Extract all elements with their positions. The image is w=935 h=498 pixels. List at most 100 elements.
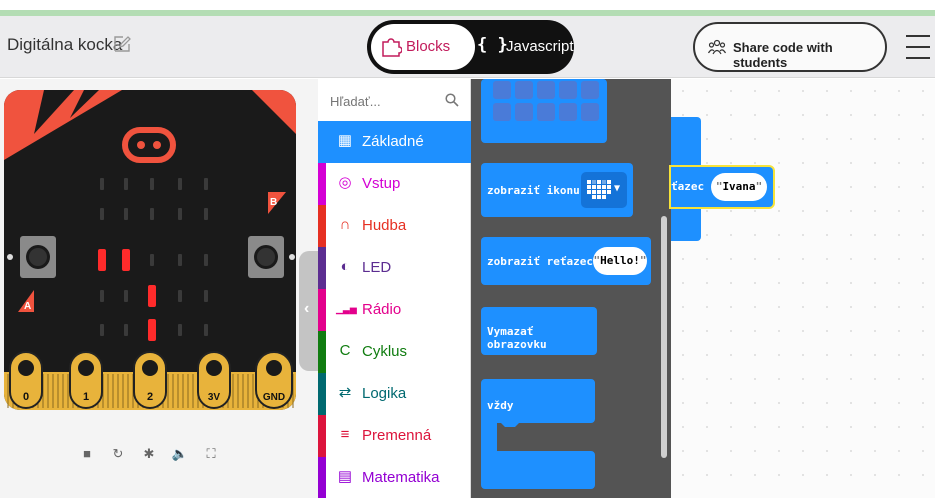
led-off: [204, 208, 208, 220]
forever-label: vždy: [487, 399, 514, 412]
search-icon[interactable]: [445, 93, 459, 107]
stop-icon[interactable]: ■: [73, 434, 101, 474]
led-on: [122, 249, 130, 271]
led-off: [204, 254, 208, 266]
collapse-simulator-button[interactable]: ‹: [299, 251, 319, 371]
header-bar: Digitálna kocka Blocks { } Javascript Sh…: [0, 16, 935, 78]
braces-icon: { }: [477, 35, 508, 55]
people-group-icon: [708, 39, 726, 55]
code-canvas[interactable]: ťazec "Ivana": [671, 79, 935, 498]
grid-icon: ▦: [337, 132, 353, 149]
button-a-label: A: [24, 301, 31, 312]
led-off: [178, 254, 182, 266]
block-toolbox: ▦ Základné ◎ Vstup ∩ Hudba ◐ LED ▁▃▅ Rádio C Cyklus…: [318, 79, 471, 498]
led-off: [100, 290, 104, 302]
pin-label: 0: [23, 391, 29, 403]
chevron-left-icon: ‹: [304, 300, 310, 317]
led-off: [178, 324, 182, 336]
dropdown-caret-icon: ▼: [614, 183, 621, 194]
led-on: [98, 249, 106, 271]
category-label: LED: [362, 259, 392, 276]
category-label: Premenná: [362, 427, 432, 444]
led-off: [204, 178, 208, 190]
lines-icon: ≡: [340, 426, 350, 443]
menu-hamburger-icon[interactable]: [906, 33, 930, 61]
editor-workspace: A B 0 1 2 3V GND ■↻✱🔈⛶ ‹ ▦ Základné ◎ Vstup ∩ Hud…: [0, 79, 935, 498]
toggle-icon: ◐: [340, 258, 350, 275]
puzzle-piece-icon: [382, 38, 402, 57]
led-off: [204, 324, 208, 336]
category-logika[interactable]: ⇄ Logika: [318, 373, 471, 415]
clear-screen-block[interactable]: Vymazať obrazovku: [481, 307, 597, 355]
blocks-mode-button[interactable]: Blocks: [371, 24, 475, 70]
show-leds-block[interactable]: [481, 79, 607, 147]
flyout-scrollbar[interactable]: [661, 216, 667, 458]
loop-icon: C: [339, 342, 351, 359]
category-cyklus[interactable]: C Cyklus: [318, 331, 471, 373]
led-off: [178, 290, 182, 302]
debug-icon[interactable]: ✱: [135, 434, 163, 474]
category-rádio[interactable]: ▁▃▅ Rádio: [318, 289, 471, 331]
led-off: [124, 324, 128, 336]
editor-mode-toggle: Blocks { } Javascript: [367, 20, 574, 74]
category-základné[interactable]: ▦ Základné: [318, 121, 471, 163]
button-b-label: B: [270, 197, 277, 208]
toolbox-search-input[interactable]: [330, 91, 440, 111]
led-off: [124, 290, 128, 302]
category-label: Matematika: [362, 469, 440, 486]
pin-label: 1: [83, 391, 89, 403]
top-accent-stripe: [0, 0, 935, 16]
led-off: [204, 290, 208, 302]
show-string-block[interactable]: zobraziť reťazec "Hello!": [481, 237, 651, 285]
block-flyout: zobraziť ikonu ▼ zobraziť reťazec "Hello…: [471, 79, 671, 498]
simulator-panel: A B 0 1 2 3V GND ■ ↻ ✱ 🔈 ⛶: [0, 79, 318, 498]
fullscreen-icon[interactable]: ⛶: [197, 434, 225, 474]
led-on: [148, 285, 156, 307]
shuffle-icon: ⇄: [338, 384, 352, 401]
led-off: [150, 254, 154, 266]
restart-icon[interactable]: ↻: [104, 434, 132, 474]
sound-icon[interactable]: 🔈: [166, 434, 194, 474]
string-input-ivana[interactable]: "Ivana": [711, 173, 767, 201]
string-input-hello[interactable]: "Hello!": [593, 247, 647, 275]
show-icon-block[interactable]: zobraziť ikonu ▼: [481, 163, 633, 217]
show-string-block-canvas[interactable]: ťazec "Ivana": [671, 167, 773, 207]
signal-bars-icon: ▁▃▅: [336, 304, 357, 314]
forever-block[interactable]: [481, 379, 595, 489]
category-label: Vstup: [362, 175, 401, 192]
category-label: Základné: [362, 133, 424, 150]
category-vstup[interactable]: ◎ Vstup: [318, 163, 471, 205]
blocks-mode-label: Blocks: [406, 38, 451, 55]
category-hudba[interactable]: ∩ Hudba: [318, 205, 471, 247]
icon-dropdown[interactable]: ▼: [581, 172, 627, 208]
led-off: [150, 178, 154, 190]
led-off: [150, 208, 154, 220]
calculator-icon: ▤: [337, 468, 353, 485]
category-premenná[interactable]: ≡ Premenná: [318, 415, 471, 457]
category-label: Cyklus: [362, 343, 408, 360]
heart-icon: [587, 180, 611, 199]
led-off: [178, 178, 182, 190]
share-code-label: Share code with students: [733, 40, 833, 70]
category-led[interactable]: ◐ LED: [318, 247, 471, 289]
category-label: Rádio: [362, 301, 402, 318]
javascript-mode-label: Javascript: [506, 38, 574, 55]
pin-label: 3V: [208, 392, 221, 403]
led-off: [100, 178, 104, 190]
project-title[interactable]: Digitálna kocka: [7, 35, 122, 55]
category-matematika[interactable]: ▤ Matematika: [318, 457, 471, 498]
led-off: [178, 208, 182, 220]
led-off: [124, 178, 128, 190]
pin-label: 2: [147, 391, 153, 403]
pin-label: GND: [263, 392, 285, 403]
category-label: Logika: [362, 385, 407, 402]
category-label: Hudba: [362, 217, 407, 234]
share-code-button[interactable]: Share code with students: [693, 22, 887, 72]
simulator-toolbar: ■ ↻ ✱ 🔈 ⛶: [73, 434, 228, 474]
javascript-mode-button[interactable]: { } Javascript: [475, 24, 574, 70]
led-off: [100, 324, 104, 336]
led-off: [124, 208, 128, 220]
led-on: [148, 319, 156, 341]
headphones-icon: ∩: [339, 216, 351, 233]
edit-pencil-icon[interactable]: [113, 35, 131, 53]
